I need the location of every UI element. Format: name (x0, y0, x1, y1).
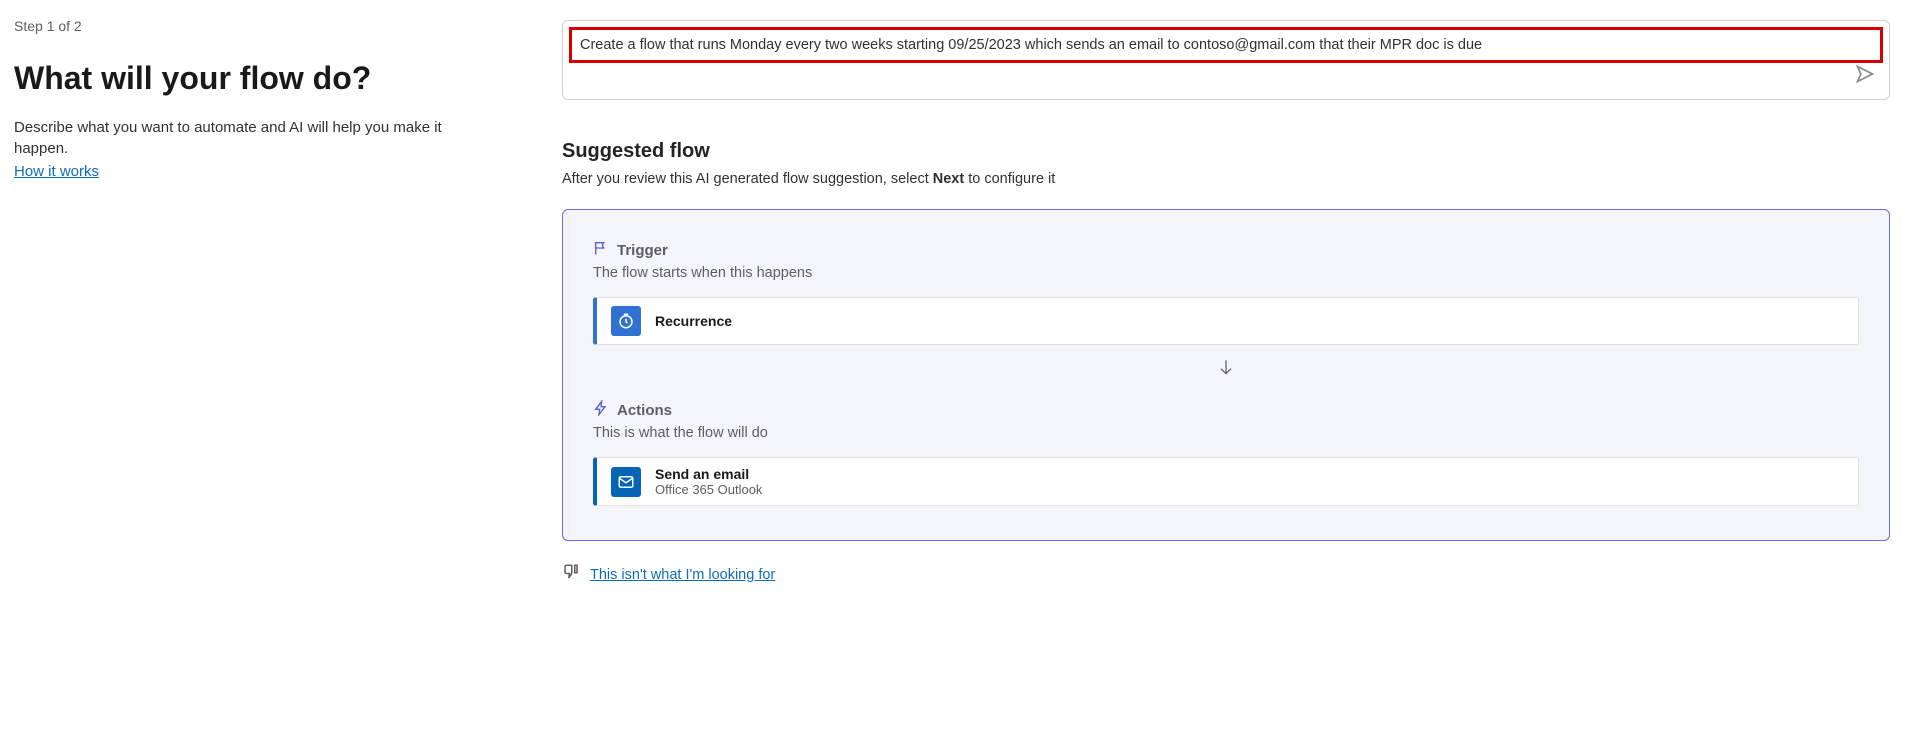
bolt-icon (593, 400, 609, 421)
suggested-flow-subtitle: After you review this AI generated flow … (562, 171, 1890, 187)
trigger-card-text: Recurrence (655, 313, 732, 329)
suggested-sub-bold: Next (933, 171, 964, 187)
action-card[interactable]: Send an email Office 365 Outlook (593, 457, 1859, 506)
right-panel: Create a flow that runs Monday every two… (540, 0, 1920, 756)
suggested-flow-title: Suggested flow (562, 140, 1890, 163)
prompt-input-container[interactable]: Create a flow that runs Monday every two… (562, 20, 1890, 100)
prompt-highlight: Create a flow that runs Monday every two… (569, 27, 1883, 63)
actions-header: Actions (593, 400, 1859, 421)
suggested-sub-suffix: to configure it (964, 171, 1055, 187)
feedback-row: This isn't what I'm looking for (562, 563, 1890, 586)
thumbs-down-icon[interactable] (562, 563, 580, 586)
trigger-card[interactable]: Recurrence (593, 297, 1859, 345)
app-root: Step 1 of 2 What will your flow do? Desc… (0, 0, 1920, 756)
outlook-icon (611, 467, 641, 497)
actions-desc: This is what the flow will do (593, 425, 1859, 441)
flag-icon (593, 240, 609, 261)
trigger-label: Trigger (617, 242, 668, 259)
how-it-works-link[interactable]: How it works (14, 163, 99, 180)
action-card-sub: Office 365 Outlook (655, 482, 762, 497)
suggested-sub-prefix: After you review this AI generated flow … (562, 171, 933, 187)
action-card-text: Send an email Office 365 Outlook (655, 466, 762, 497)
step-indicator: Step 1 of 2 (14, 18, 500, 34)
prompt-text: Create a flow that runs Monday every two… (572, 37, 1490, 53)
left-panel: Step 1 of 2 What will your flow do? Desc… (0, 0, 540, 756)
page-title: What will your flow do? (14, 60, 500, 97)
trigger-card-title: Recurrence (655, 313, 732, 329)
clock-icon (611, 306, 641, 336)
trigger-header: Trigger (593, 240, 1859, 261)
page-subtitle: Describe what you want to automate and A… (14, 117, 500, 159)
trigger-desc: The flow starts when this happens (593, 265, 1859, 281)
action-card-title: Send an email (655, 466, 762, 482)
flow-card: Trigger The flow starts when this happen… (562, 209, 1890, 541)
send-icon[interactable] (1855, 64, 1875, 89)
arrow-down-icon (593, 357, 1859, 382)
not-looking-link[interactable]: This isn't what I'm looking for (590, 567, 775, 583)
actions-label: Actions (617, 402, 672, 419)
